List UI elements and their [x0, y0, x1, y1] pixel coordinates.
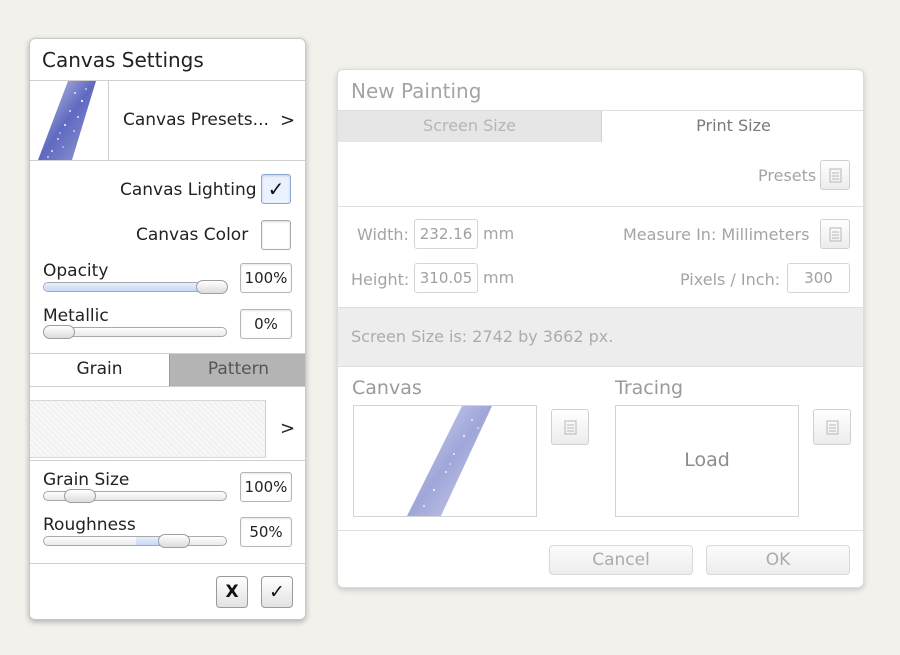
cancel-button[interactable]: X — [216, 576, 248, 608]
height-input[interactable]: 310.05 — [414, 263, 478, 293]
tab-print-size-label: Print Size — [696, 116, 771, 135]
load-label: Load — [684, 449, 730, 471]
tracing-options-icon[interactable] — [813, 409, 851, 445]
roughness-slider-knob[interactable] — [158, 534, 190, 548]
divider — [30, 460, 305, 461]
roughness-label: Roughness — [43, 515, 136, 535]
roughness-slider[interactable] — [43, 534, 227, 548]
grain-texture-preview — [30, 400, 266, 458]
opacity-label: Opacity — [43, 261, 109, 281]
tab-grain[interactable]: Grain — [30, 354, 169, 386]
canvas-presets-row[interactable]: Canvas Presets... > — [30, 81, 305, 160]
chevron-right-icon: > — [280, 418, 296, 439]
screen-size-info: Screen Size is: 2742 by 3662 px. — [338, 307, 863, 367]
canvas-lighting-label: Canvas Lighting — [120, 180, 257, 200]
canvas-color-swatch[interactable] — [261, 220, 291, 250]
tracing-load-box[interactable]: Load — [615, 405, 799, 517]
roughness-value[interactable]: 50% — [240, 517, 292, 547]
dialog-title: New Painting — [351, 79, 482, 103]
tab-pattern[interactable]: Pattern — [169, 354, 305, 386]
divider — [30, 563, 305, 564]
metallic-value[interactable]: 0% — [240, 309, 292, 339]
grain-size-slider[interactable] — [43, 489, 227, 503]
new-painting-dialog: New Painting Screen Size Print Size Pres… — [337, 69, 864, 588]
canvas-preset-thumbnail — [30, 81, 109, 160]
canvas-label: Canvas — [352, 377, 422, 399]
opacity-slider[interactable] — [43, 280, 228, 294]
pixels-per-inch-input[interactable]: 300 — [787, 263, 850, 293]
canvas-options-icon[interactable] — [551, 409, 589, 445]
opacity-slider-knob[interactable] — [196, 280, 228, 294]
grain-size-slider-knob[interactable] — [64, 489, 96, 503]
height-label: Height: — [351, 270, 410, 289]
chevron-right-icon: > — [280, 110, 296, 131]
divider — [338, 530, 863, 531]
panel-title: Canvas Settings — [42, 48, 204, 72]
divider — [338, 206, 863, 207]
measure-in-label: Measure In: Millimeters — [623, 225, 810, 244]
measure-in-list-icon[interactable] — [820, 219, 850, 249]
canvas-lighting-checkbox[interactable]: ✓ — [261, 174, 291, 204]
metallic-slider-knob[interactable] — [43, 325, 75, 339]
presets-label: Presets — [758, 166, 817, 185]
grain-size-value[interactable]: 100% — [240, 472, 292, 502]
screen-size-text: Screen Size is: 2742 by 3662 px. — [351, 327, 614, 346]
confirm-button[interactable]: ✓ — [261, 576, 293, 608]
metallic-slider[interactable] — [43, 325, 227, 339]
grain-preview-row[interactable]: > — [30, 400, 305, 458]
canvas-color-label: Canvas Color — [136, 225, 249, 245]
canvas-preview[interactable] — [353, 405, 537, 517]
grain-size-label: Grain Size — [43, 470, 130, 490]
opacity-value[interactable]: 100% — [240, 263, 292, 293]
width-unit: mm — [483, 224, 515, 243]
tab-screen-size-label: Screen Size — [423, 116, 516, 135]
tab-grain-label: Grain — [76, 359, 123, 379]
tab-print-size[interactable]: Print Size — [602, 111, 863, 142]
tab-pattern-label: Pattern — [207, 359, 270, 379]
metallic-label: Metallic — [43, 306, 109, 326]
tracing-label: Tracing — [615, 377, 684, 399]
width-label: Width: — [357, 225, 409, 244]
cancel-button[interactable]: Cancel — [549, 545, 693, 575]
divider — [30, 160, 305, 161]
pixels-per-inch-label: Pixels / Inch: — [680, 270, 781, 289]
presets-list-icon[interactable] — [820, 160, 850, 190]
height-unit: mm — [483, 268, 515, 287]
canvas-presets-label: Canvas Presets... — [123, 110, 269, 130]
canvas-settings-panel: Canvas Settings Canvas Presets... > Canv… — [29, 38, 306, 620]
divider — [30, 386, 305, 387]
width-input[interactable]: 232.16 — [414, 219, 478, 249]
ok-button[interactable]: OK — [706, 545, 850, 575]
tab-screen-size[interactable]: Screen Size — [338, 111, 602, 142]
